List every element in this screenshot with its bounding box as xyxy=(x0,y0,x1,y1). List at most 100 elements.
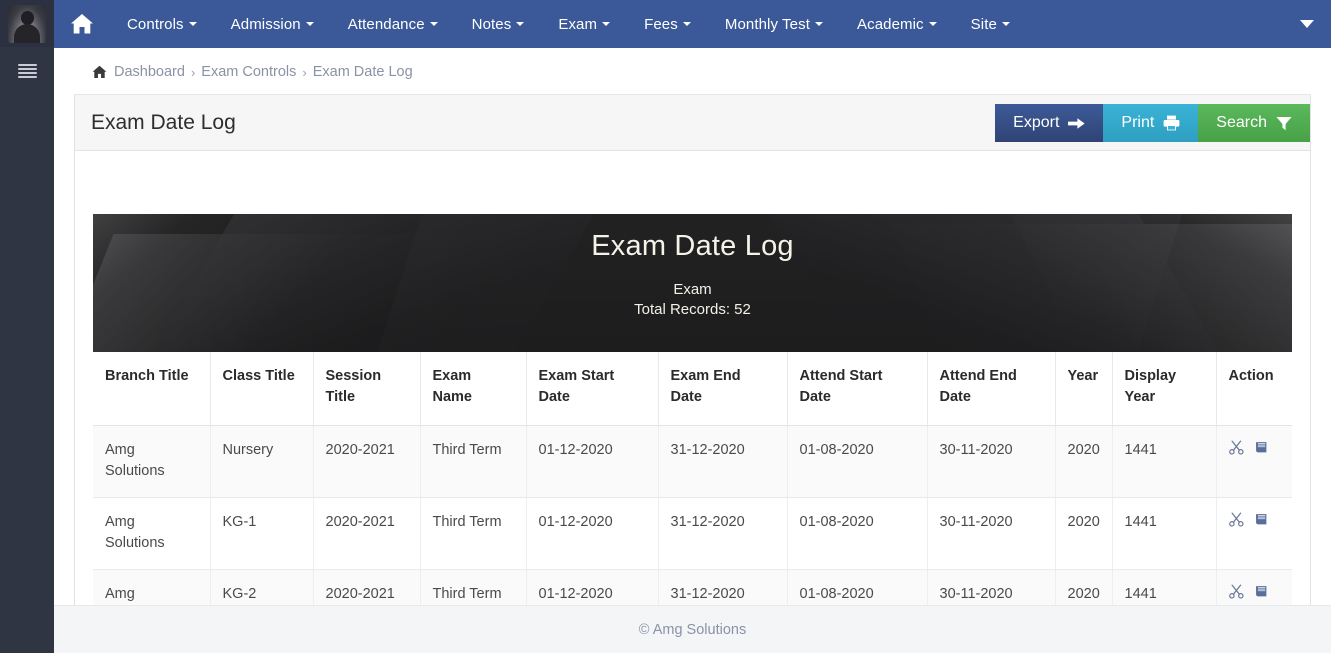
cell-year: 2020 xyxy=(1055,497,1113,570)
bar xyxy=(17,63,37,66)
chevron-down-icon xyxy=(1001,22,1010,26)
cell-exam-start-date: 01-12-2020 xyxy=(526,497,659,570)
column-header-session-title: Session Title xyxy=(313,352,421,426)
view-action-button[interactable] xyxy=(1254,512,1269,527)
column-header-exam-end-date: Exam End Date xyxy=(658,352,788,426)
chevron-down-icon xyxy=(429,22,438,26)
action-icons xyxy=(1228,584,1281,599)
nav-item-exam[interactable]: Exam xyxy=(541,0,627,48)
search-button-label: Search xyxy=(1216,114,1267,131)
nav-label: Site xyxy=(970,15,997,33)
cell-branch-title: Amg Solutions xyxy=(93,425,211,498)
content-inner: Dashboard › Exam Controls › Exam Date Lo… xyxy=(54,48,1331,643)
nav-item-admission[interactable]: Admission xyxy=(214,0,331,48)
nav-item-monthly-test[interactable]: Monthly Test xyxy=(708,0,840,48)
navbar-spacer xyxy=(1027,0,1283,48)
cell-branch-title: Amg Solutions xyxy=(93,497,211,570)
cut-action-button[interactable] xyxy=(1228,512,1244,527)
cut-action-button[interactable] xyxy=(1228,584,1244,599)
print-button-label: Print xyxy=(1121,114,1155,131)
chevron-down-icon xyxy=(305,22,314,26)
export-button-label: Export xyxy=(1013,114,1060,131)
table-header-row: Branch Title Class Title Session Title E… xyxy=(93,352,1292,426)
cell-exam-end-date: 31-12-2020 xyxy=(658,425,788,498)
nav-item-notes[interactable]: Notes xyxy=(455,0,542,48)
banner-text-block: Exam Date Log Exam Total Records: 52 xyxy=(93,214,1292,318)
table-row: Amg Solutions KG-1 2020-2021 Third Term 01-1… xyxy=(93,497,1292,570)
nav-label: Exam xyxy=(558,15,598,33)
hamburger-menu-icon[interactable] xyxy=(0,47,54,95)
footer-text: © Amg Solutions xyxy=(638,621,747,638)
column-header-action: Action xyxy=(1216,352,1292,426)
nav-label: Admission xyxy=(230,15,301,33)
top-navbar: Controls Admission Attendance Notes Exam… xyxy=(54,0,1331,48)
banner-subtitle: Exam xyxy=(673,281,712,298)
cell-exam-name: Third Term xyxy=(420,425,527,498)
breadcrumb: Dashboard › Exam Controls › Exam Date Lo… xyxy=(74,48,1311,95)
nav-item-academic[interactable]: Academic xyxy=(840,0,954,48)
panel-header: Exam Date Log Export Print Search xyxy=(74,95,1311,151)
nav-label: Monthly Test xyxy=(724,15,810,33)
cell-session-title: 2020-2021 xyxy=(313,497,421,570)
panel-action-buttons: Export Print Search xyxy=(995,95,1310,151)
column-header-exam-name: Exam Name xyxy=(420,352,527,426)
cell-exam-end-date: 31-12-2020 xyxy=(658,497,788,570)
home-icon[interactable] xyxy=(54,0,110,48)
search-button[interactable]: Search xyxy=(1198,104,1310,142)
report-banner: Exam Date Log Exam Total Records: 52 xyxy=(93,214,1292,352)
banner-title: Exam Date Log xyxy=(591,230,794,262)
breadcrumb-separator: › xyxy=(190,64,196,80)
chevron-down-icon xyxy=(928,22,937,26)
cell-attend-end-date: 30-11-2020 xyxy=(927,497,1056,570)
chevron-down-icon xyxy=(516,22,525,26)
chevron-down-icon xyxy=(602,22,611,26)
avatar-container[interactable] xyxy=(0,0,54,47)
arrow-right-icon xyxy=(1068,117,1085,129)
cell-class-title: Nursery xyxy=(210,425,314,498)
column-header-branch-title: Branch Title xyxy=(93,352,211,426)
bar xyxy=(17,72,37,75)
chevron-down-icon xyxy=(814,22,823,26)
left-sidebar xyxy=(0,0,54,653)
breadcrumb-separator: › xyxy=(302,64,307,80)
cell-attend-start-date: 01-08-2020 xyxy=(787,497,928,570)
exam-date-log-table: Branch Title Class Title Session Title E… xyxy=(93,352,1292,642)
scissors-icon xyxy=(1228,512,1244,527)
chevron-down-icon xyxy=(1300,20,1314,28)
column-header-attend-end-date: Attend End Date xyxy=(927,352,1056,426)
breadcrumb-home-icon[interactable] xyxy=(92,65,107,79)
book-icon xyxy=(1255,585,1266,597)
view-action-button[interactable] xyxy=(1254,584,1269,599)
chevron-down-icon xyxy=(188,22,197,26)
nav-item-controls[interactable]: Controls xyxy=(110,0,214,48)
view-action-button[interactable] xyxy=(1254,440,1269,455)
printer-icon xyxy=(1163,115,1180,131)
page-footer: © Amg Solutions xyxy=(54,605,1331,653)
cut-action-button[interactable] xyxy=(1228,440,1244,455)
breadcrumb-link-dashboard[interactable]: Dashboard xyxy=(114,64,185,80)
nav-label: Academic xyxy=(856,15,924,33)
nav-label: Attendance xyxy=(347,15,425,33)
nav-item-site[interactable]: Site xyxy=(954,0,1027,48)
scissors-icon xyxy=(1228,584,1244,599)
navbar-dropdown-toggle[interactable] xyxy=(1283,0,1331,48)
column-header-year: Year xyxy=(1055,352,1113,426)
breadcrumb-current: Exam Date Log xyxy=(312,64,413,80)
panel-body: Exam Date Log Exam Total Records: 52 Bra… xyxy=(74,151,1311,643)
cell-class-title: KG-1 xyxy=(210,497,314,570)
breadcrumb-link-exam-controls[interactable]: Exam Controls xyxy=(201,64,296,80)
nav-item-attendance[interactable]: Attendance xyxy=(331,0,455,48)
column-header-display-year: Display Year xyxy=(1112,352,1217,426)
print-button[interactable]: Print xyxy=(1103,104,1199,142)
banner-total-records: Total Records: 52 xyxy=(634,301,751,318)
cell-action xyxy=(1216,425,1292,498)
cell-exam-start-date: 01-12-2020 xyxy=(526,425,659,498)
cell-exam-name: Third Term xyxy=(420,497,527,570)
avatar[interactable] xyxy=(8,4,46,43)
nav-item-fees[interactable]: Fees xyxy=(627,0,708,48)
export-button[interactable]: Export xyxy=(995,104,1104,142)
bar xyxy=(17,67,37,70)
hamburger-bars xyxy=(17,63,37,79)
nav-label: Notes xyxy=(471,15,512,33)
nav-label: Fees xyxy=(644,15,678,33)
